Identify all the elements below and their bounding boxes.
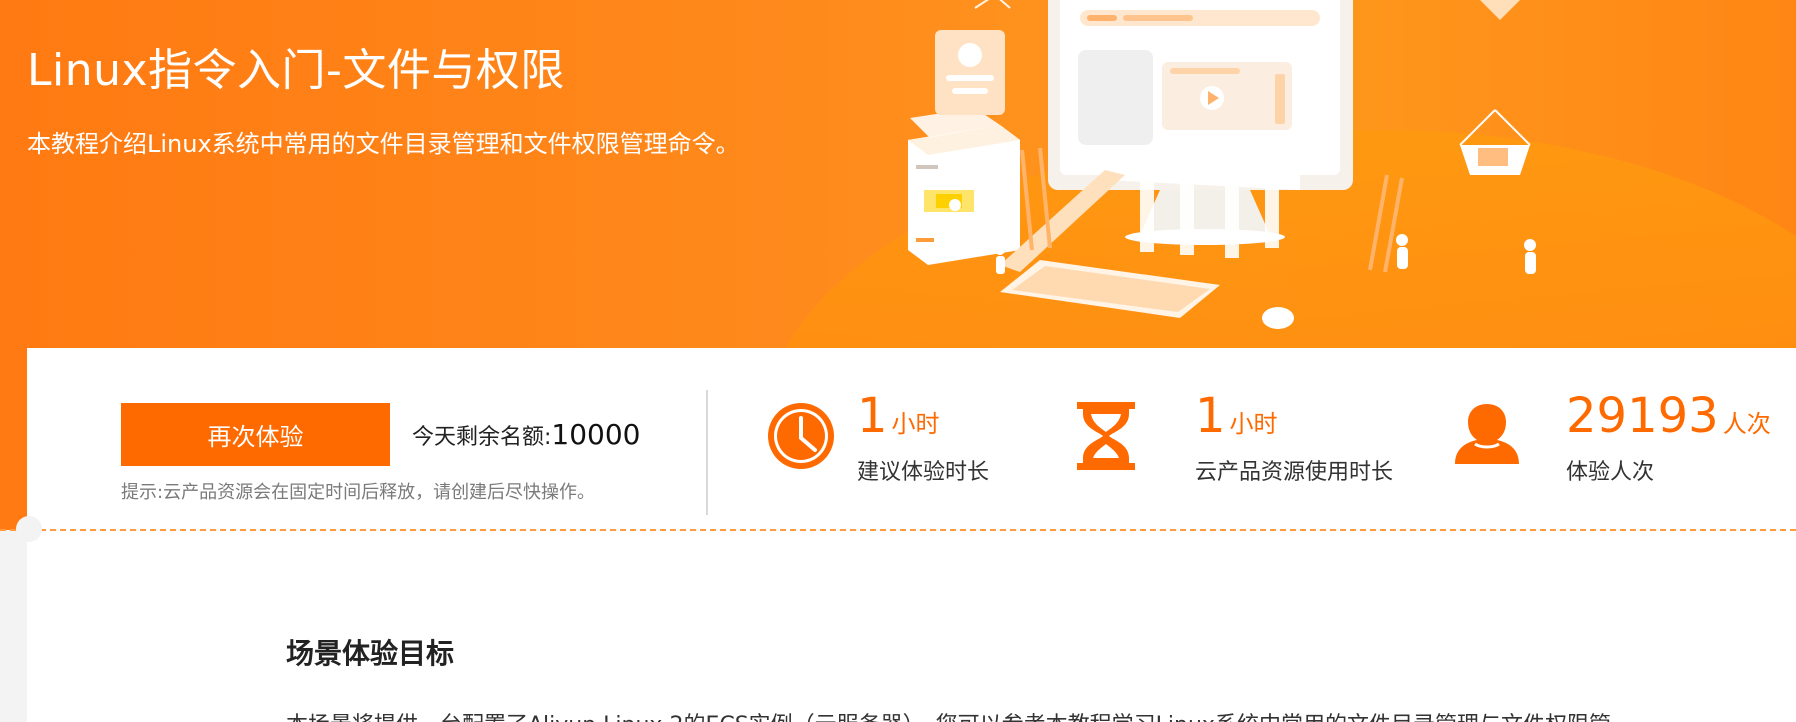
- stat-value: 29193 人次: [1566, 392, 1771, 440]
- stat-unit: 小时: [1229, 410, 1278, 438]
- crane-illustration: [1459, 0, 1531, 175]
- hero-illustration: [908, 0, 1536, 329]
- stat-value: 1 小时: [1195, 392, 1278, 440]
- remaining-quota-value: 10000: [551, 418, 641, 451]
- stat-resource-duration: 1 小时 云产品资源使用时长: [1075, 392, 1393, 502]
- stat-label: 云产品资源使用时长: [1195, 460, 1394, 485]
- retry-experience-button[interactable]: 再次体验: [121, 403, 390, 466]
- release-hint: 提示:云产品资源会在固定时间后释放，请创建后尽快操作。: [121, 482, 596, 503]
- ticket-notch: [16, 516, 42, 542]
- section-body: 本场景将提供一台配置了Aliyun Linux 2的ECS实例（云服务器）。您可…: [286, 707, 1611, 722]
- server-illustration: [908, 108, 1020, 265]
- remaining-quota-label: 今天剩余名额:: [412, 425, 552, 450]
- stat-label: 体验人次: [1566, 460, 1655, 485]
- section-title: 场景体验目标: [286, 637, 455, 670]
- page-title: Linux指令入门-文件与权限: [27, 45, 565, 96]
- vertical-divider: [706, 390, 708, 515]
- stat-suggested-duration: 1 小时 建议体验时长: [765, 392, 1015, 502]
- page: Linux指令入门-文件与权限 本教程介绍Linux系统中常用的文件目录管理和文…: [0, 0, 1796, 722]
- stat-number: 1: [857, 388, 888, 444]
- monitor-illustration: [1048, 0, 1353, 245]
- keyboard-illustration: [1000, 260, 1294, 329]
- stat-label: 建议体验时长: [857, 460, 990, 485]
- users-icon: [1455, 404, 1519, 464]
- stat-number: 29193: [1566, 388, 1719, 444]
- stat-value: 1 小时: [857, 392, 940, 440]
- stat-unit: 小时: [891, 410, 940, 438]
- hourglass-icon: [1077, 402, 1135, 470]
- page-description: 本教程介绍Linux系统中常用的文件目录管理和文件权限管理命令。: [27, 130, 740, 158]
- remaining-quota: 今天剩余名额:10000: [412, 418, 641, 451]
- id-card-illustration: [935, 0, 1011, 115]
- stat-experience-count: 29193 人次 体验人次: [1451, 392, 1771, 502]
- clock-icon: [768, 403, 834, 469]
- dashed-divider: [0, 529, 1796, 531]
- stat-unit: 人次: [1722, 410, 1771, 438]
- stat-number: 1: [1195, 388, 1226, 444]
